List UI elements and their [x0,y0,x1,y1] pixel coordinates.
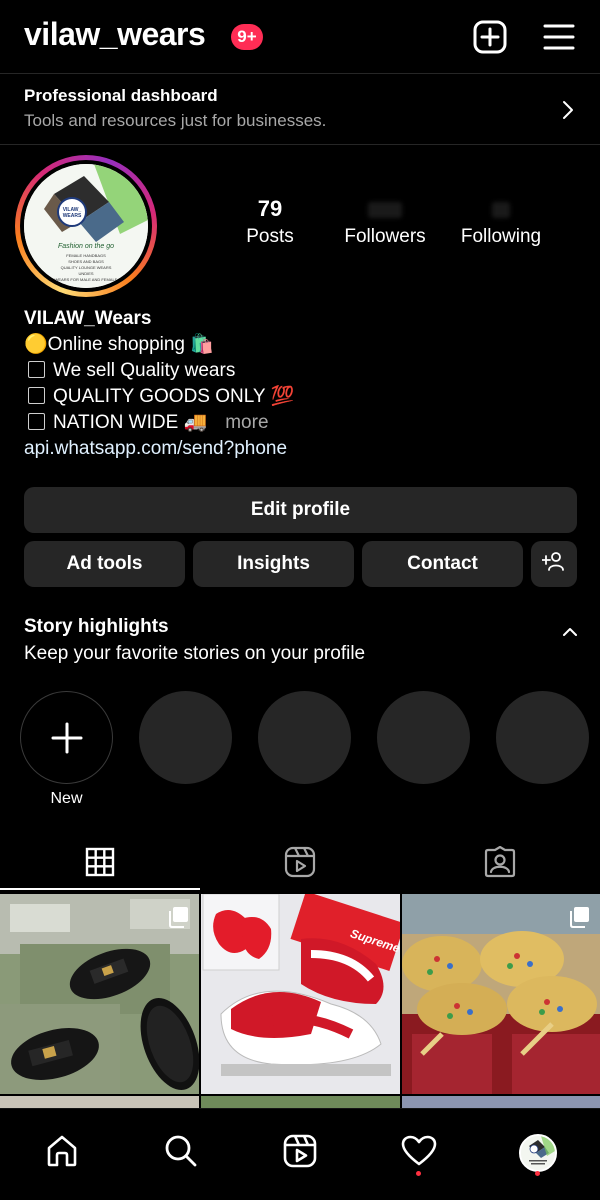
following-label: Following [460,226,542,247]
edit-profile-button[interactable]: Edit profile [24,487,577,533]
highlight-placeholder [496,691,589,784]
bio-line-3-text: QUALITY GOODS ONLY [53,386,266,407]
delivery-truck-emoji: 🚚 [183,412,208,433]
avatar: VILAW_ WEARS Fashion on the go FEMALE HA… [24,164,148,288]
svg-text:QUALITY LOUNGE WEARS: QUALITY LOUNGE WEARS [61,265,112,270]
plus-icon [51,722,82,753]
new-highlight-button[interactable] [20,691,113,784]
display-name: VILAW_Wears [24,308,152,329]
story-highlights-title: Story highlights [24,616,169,637]
posts-count: 79 [257,196,283,221]
multiple-photos-icon [167,906,189,933]
post-thumbnail-3[interactable] [402,894,600,1094]
svg-text:SHOES AND BAGS: SHOES AND BAGS [68,259,104,264]
plus-square-icon[interactable] [472,19,508,55]
bottom-navigation [0,1108,600,1200]
checkbox-icon [28,413,45,430]
yellow-circle-emoji: 🟡 [24,334,48,355]
nav-reels[interactable] [270,1123,330,1183]
tagged-person-icon [484,845,516,883]
bio-line-2: We sell Quality wears [24,358,584,384]
shopping-bags-emoji: 🛍️ [190,334,214,355]
nav-profile[interactable] [508,1123,568,1183]
profile-notification-dot [535,1171,540,1176]
top-bar: vilaw_wears 9+ [0,0,600,74]
profile-bio: VILAW_Wears 🟡Online shopping 🛍️ We sell … [24,306,584,462]
bio-line-4-text: NATION WIDE [53,412,179,433]
active-tab-indicator [0,888,200,890]
highlight-placeholder [377,691,470,784]
tab-tagged[interactable] [400,838,600,890]
story-highlights-subtitle: Keep your favorite stories on your profi… [24,643,366,664]
notification-badge[interactable]: 9+ [231,24,263,50]
bio-line-2-text: We sell Quality wears [53,360,236,381]
heart-icon [401,1135,437,1172]
add-person-icon [541,551,566,577]
search-icon [164,1134,198,1173]
profile-avatar-ring[interactable]: VILAW_ WEARS Fashion on the go FEMALE HA… [15,155,157,297]
following-count-redacted [451,196,551,224]
post-thumbnail-1[interactable] [0,894,199,1094]
hamburger-menu-icon[interactable] [542,21,576,53]
home-icon [45,1134,79,1173]
new-highlight-label: New [50,790,83,807]
checkbox-icon [28,361,45,378]
tab-reels[interactable] [200,838,400,890]
checkbox-icon [28,387,45,404]
highlight-placeholder [258,691,351,784]
ad-tools-button[interactable]: Ad tools [24,541,185,587]
posts-stat[interactable]: 79 Posts [230,196,310,248]
svg-text:Fashion on the go: Fashion on the go [58,243,114,250]
professional-dashboard-title: Professional dashboard [24,86,218,105]
svg-text:UNDIES: UNDIES [78,271,93,276]
grid-icon [85,847,115,882]
bio-link[interactable]: api.whatsapp.com/send?phone [24,436,584,462]
highlight-placeholder [139,691,232,784]
professional-dashboard[interactable]: Professional dashboard Tools and resourc… [0,73,600,145]
reels-icon [283,1134,317,1173]
svg-text:WEARS: WEARS [63,213,82,219]
profile-avatar [519,1134,557,1172]
followers-count-redacted [335,196,435,224]
discover-people-button[interactable] [531,541,577,587]
multiple-photos-icon [568,906,590,933]
bio-line-1-text: Online shopping [47,334,185,355]
followers-stat[interactable]: Followers [335,196,435,248]
chevron-up-icon[interactable] [562,624,578,642]
chevron-right-icon [562,100,574,125]
bio-line-1: 🟡Online shopping 🛍️ [24,332,584,358]
avatar-gap: VILAW_ WEARS Fashion on the go FEMALE HA… [20,160,152,292]
bio-line-3: QUALITY GOODS ONLY 💯 [24,384,584,410]
svg-text:FEMALE HANDBAGS: FEMALE HANDBAGS [66,253,106,258]
insights-button[interactable]: Insights [193,541,354,587]
nav-home[interactable] [32,1123,92,1183]
reels-icon [284,846,316,883]
account-username[interactable]: vilaw_wears [24,16,206,53]
profile-tabs [0,838,600,890]
bio-line-4: NATION WIDE 🚚 more [24,410,584,436]
posts-label: Posts [246,226,294,247]
post-thumbnail-2[interactable]: Supreme [201,894,400,1094]
hundred-emoji: 💯 [270,386,295,407]
activity-notification-dot [416,1171,421,1176]
tab-grid[interactable] [0,838,200,890]
more-link[interactable]: more [225,412,268,433]
nav-activity[interactable] [389,1123,449,1183]
nav-search[interactable] [151,1123,211,1183]
following-stat[interactable]: Following [451,196,551,248]
svg-text:WEARS FOR MALE AND FEMALE: WEARS FOR MALE AND FEMALE [55,277,118,282]
professional-dashboard-subtitle: Tools and resources just for businesses. [24,111,327,130]
followers-label: Followers [344,226,426,247]
contact-button[interactable]: Contact [362,541,523,587]
